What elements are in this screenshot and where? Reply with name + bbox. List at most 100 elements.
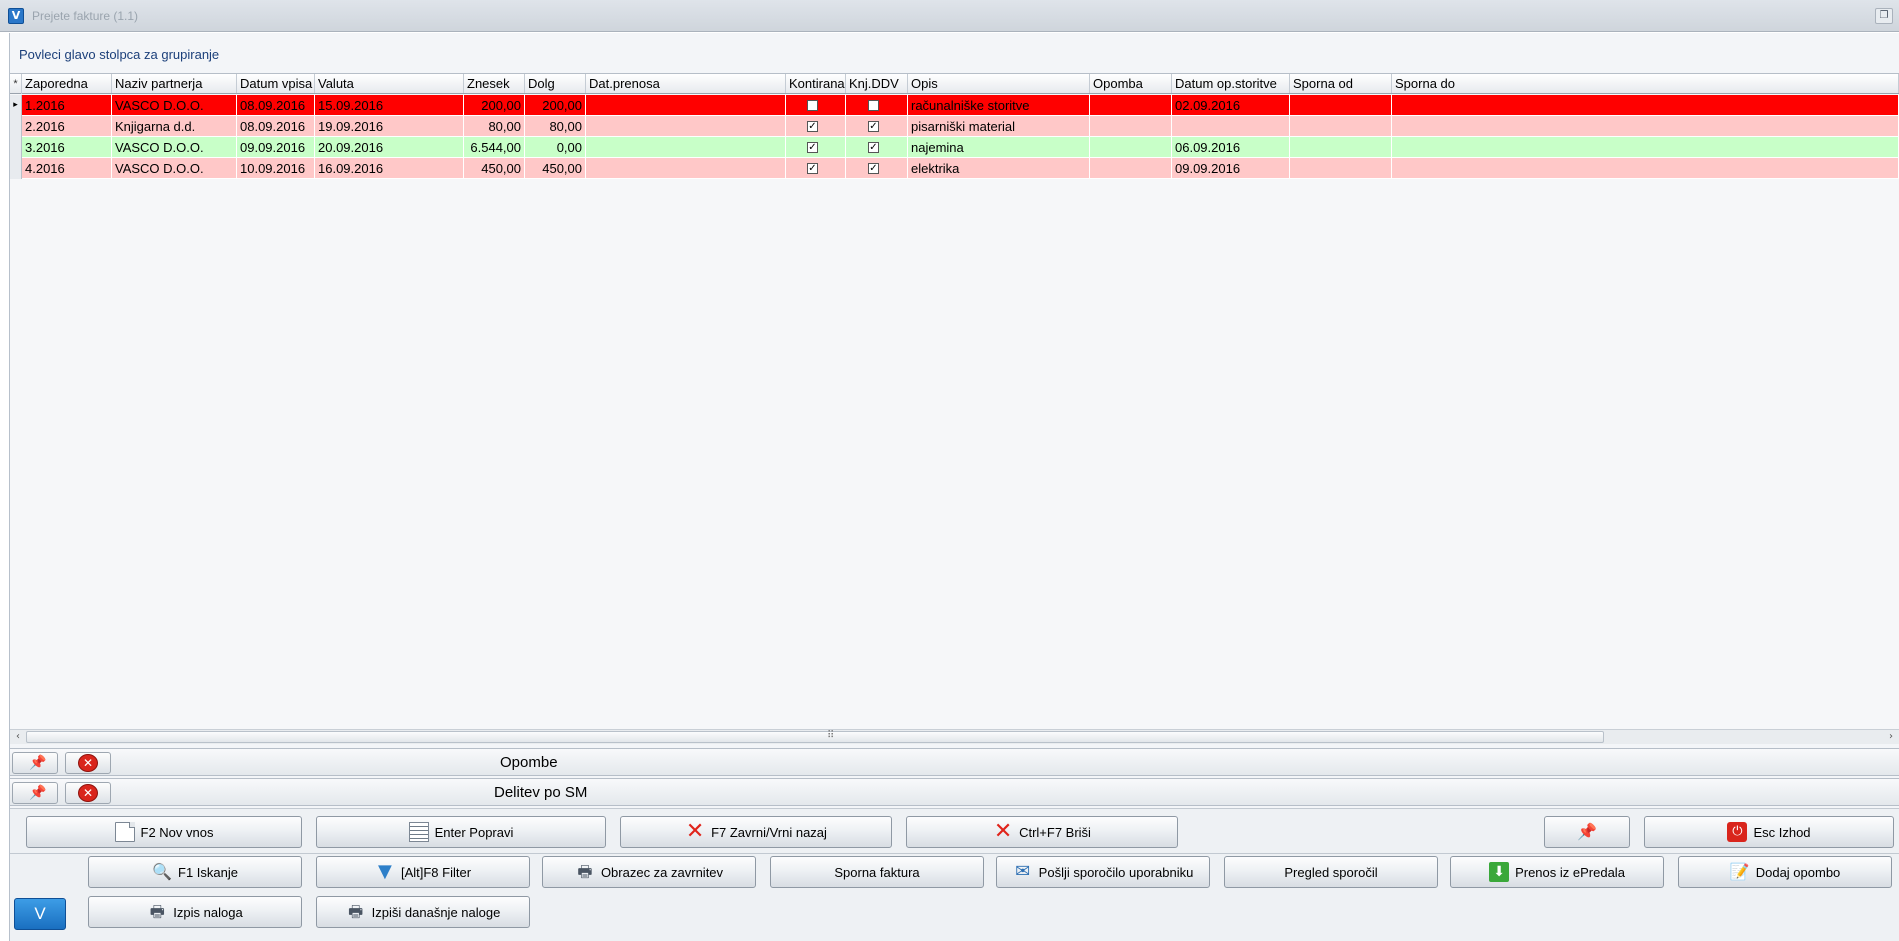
kontirana-checkbox[interactable]: ✓ — [807, 163, 818, 174]
column-header-datum-op-storitve[interactable]: Datum op.storitve — [1172, 74, 1290, 93]
horizontal-scrollbar[interactable]: ‹ ⠿ › — [10, 729, 1899, 744]
column-header-sporna-od[interactable]: Sporna od — [1290, 74, 1392, 93]
cell-valuta[interactable]: 16.09.2016 — [315, 158, 464, 178]
cell-valuta[interactable]: 20.09.2016 — [315, 137, 464, 157]
row-indicator[interactable] — [10, 137, 22, 158]
cell-opis[interactable]: pisarniški material — [908, 116, 1090, 136]
row-indicator[interactable] — [10, 158, 22, 179]
delitev-close-button[interactable]: ✕ — [65, 782, 111, 804]
cell-opomba[interactable] — [1090, 158, 1172, 178]
cell-datum-vpisa[interactable]: 08.09.2016 — [237, 116, 315, 136]
column-header-znesek[interactable]: Znesek — [464, 74, 525, 93]
cell-dolg[interactable]: 0,00 — [525, 137, 586, 157]
cell-dat-prenosa[interactable] — [586, 137, 786, 157]
cell-datum-vpisa[interactable]: 09.09.2016 — [237, 137, 315, 157]
cell-valuta[interactable]: 15.09.2016 — [315, 95, 464, 115]
nov-vnos-button[interactable]: F2 Nov vnos — [26, 816, 302, 848]
pin-toolbar-button[interactable]: 📌 — [1544, 816, 1630, 848]
cell-knj-ddv[interactable]: ✓ — [846, 158, 908, 178]
scroll-left-icon[interactable]: ‹ — [10, 730, 26, 744]
scrollbar-thumb[interactable]: ⠿ — [26, 730, 1604, 743]
cell-kontirana[interactable]: ✓ — [786, 116, 846, 136]
cell-dolg[interactable]: 200,00 — [525, 95, 586, 115]
cell-znesek[interactable]: 200,00 — [464, 95, 525, 115]
cell-opis[interactable]: računalniške storitve — [908, 95, 1090, 115]
kontirana-checkbox[interactable] — [807, 100, 818, 111]
cell-knj-ddv[interactable] — [846, 95, 908, 115]
cell-datum-vpisa[interactable]: 10.09.2016 — [237, 158, 315, 178]
cell-datum-op[interactable]: 09.09.2016 — [1172, 158, 1290, 178]
column-header-zaporedna[interactable]: Zaporedna — [22, 74, 112, 93]
zavrni-button[interactable]: ✕ F7 Zavrni/Vrni nazaj — [620, 816, 892, 848]
cell-sporna-do[interactable] — [1392, 116, 1899, 136]
cell-sporna-od[interactable] — [1290, 116, 1392, 136]
column-header-naziv-partnerja[interactable]: Naziv partnerja — [112, 74, 237, 93]
opombe-panel-bar[interactable]: 📌 ✕ Opombe — [10, 748, 1899, 776]
column-header-dat-prenosa[interactable]: Dat.prenosa — [586, 74, 786, 93]
cell-sporna-do[interactable] — [1392, 95, 1899, 115]
dodaj-opombo-button[interactable]: 📝 Dodaj opombo — [1678, 856, 1892, 888]
cell-kontirana[interactable]: ✓ — [786, 137, 846, 157]
table-row[interactable]: 4.2016 VASCO D.O.O. 10.09.2016 16.09.2016 45… — [10, 158, 1899, 179]
kontirana-checkbox[interactable]: ✓ — [807, 142, 818, 153]
izpisi-danasnje-naloge-button[interactable]: 🖶 Izpiši današnje naloge — [316, 896, 530, 928]
delitev-panel-bar[interactable]: 📌 ✕ Delitev po SM — [10, 778, 1899, 806]
kontirana-checkbox[interactable]: ✓ — [807, 121, 818, 132]
cell-partner[interactable]: Knjigarna d.d. — [112, 116, 237, 136]
knj-ddv-checkbox[interactable]: ✓ — [868, 142, 879, 153]
cell-opomba[interactable] — [1090, 95, 1172, 115]
cell-zaporedna[interactable]: 3.2016 — [22, 137, 112, 157]
cell-sporna-do[interactable] — [1392, 158, 1899, 178]
column-header-sporna-do[interactable]: Sporna do — [1392, 74, 1899, 93]
table-row[interactable]: ▸ 1.2016 VASCO D.O.O. 08.09.2016 15.09.2016 2… — [10, 95, 1899, 116]
prenos-iz-epredala-button[interactable]: ⬇ Prenos iz ePredala — [1450, 856, 1664, 888]
cell-kontirana[interactable]: ✓ — [786, 158, 846, 178]
cell-znesek[interactable]: 80,00 — [464, 116, 525, 136]
column-header-knj-ddv[interactable]: Knj.DDV — [846, 74, 908, 93]
cell-datum-op[interactable]: 06.09.2016 — [1172, 137, 1290, 157]
izpis-naloga-button[interactable]: 🖶 Izpis naloga — [88, 896, 302, 928]
cell-opomba[interactable] — [1090, 137, 1172, 157]
filter-button[interactable]: ▼ [Alt]F8 Filter — [316, 856, 530, 888]
izhod-button[interactable]: ⏻ Esc Izhod — [1644, 816, 1894, 848]
column-header-dolg[interactable]: Dolg — [525, 74, 586, 93]
cell-dolg[interactable]: 80,00 — [525, 116, 586, 136]
cell-partner[interactable]: VASCO D.O.O. — [112, 137, 237, 157]
brisi-button[interactable]: ✕ Ctrl+F7 Briši — [906, 816, 1178, 848]
knj-ddv-checkbox[interactable]: ✓ — [868, 121, 879, 132]
cell-knj-ddv[interactable]: ✓ — [846, 116, 908, 136]
column-header-opomba[interactable]: Opomba — [1090, 74, 1172, 93]
obrazec-za-zavrnitev-button[interactable]: 🖶 Obrazec za zavrnitev — [542, 856, 756, 888]
column-header-opis[interactable]: Opis — [908, 74, 1090, 93]
current-row-indicator-icon[interactable]: ▸ — [10, 95, 22, 116]
group-by-panel[interactable]: Povleci glavo stolpca za grupiranje — [10, 33, 1899, 73]
cell-sporna-do[interactable] — [1392, 137, 1899, 157]
cell-valuta[interactable]: 19.09.2016 — [315, 116, 464, 136]
cell-znesek[interactable]: 450,00 — [464, 158, 525, 178]
row-indicator[interactable] — [10, 116, 22, 137]
cell-partner[interactable]: VASCO D.O.O. — [112, 95, 237, 115]
cell-datum-op[interactable]: 02.09.2016 — [1172, 95, 1290, 115]
popravi-button[interactable]: Enter Popravi — [316, 816, 606, 848]
delitev-pin-button[interactable]: 📌 — [12, 782, 58, 804]
cell-dat-prenosa[interactable] — [586, 116, 786, 136]
cell-opis[interactable]: najemina — [908, 137, 1090, 157]
cell-dat-prenosa[interactable] — [586, 158, 786, 178]
v-menu-button[interactable]: V — [14, 898, 66, 930]
cell-znesek[interactable]: 6.544,00 — [464, 137, 525, 157]
table-row[interactable]: 3.2016 VASCO D.O.O. 09.09.2016 20.09.2016 6.… — [10, 137, 1899, 158]
opombe-close-button[interactable]: ✕ — [65, 752, 111, 774]
cell-sporna-od[interactable] — [1290, 95, 1392, 115]
cell-zaporedna[interactable]: 1.2016 — [22, 95, 112, 115]
poslji-sporocilo-button[interactable]: ✉ Pošlji sporočilo uporabniku — [996, 856, 1210, 888]
opombe-pin-button[interactable]: 📌 — [12, 752, 58, 774]
cell-datum-vpisa[interactable]: 08.09.2016 — [237, 95, 315, 115]
sporna-faktura-button[interactable]: Sporna faktura — [770, 856, 984, 888]
cell-dat-prenosa[interactable] — [586, 95, 786, 115]
knj-ddv-checkbox[interactable]: ✓ — [868, 163, 879, 174]
cell-opis[interactable]: elektrika — [908, 158, 1090, 178]
cell-opomba[interactable] — [1090, 116, 1172, 136]
cell-dolg[interactable]: 450,00 — [525, 158, 586, 178]
cell-kontirana[interactable] — [786, 95, 846, 115]
cell-knj-ddv[interactable]: ✓ — [846, 137, 908, 157]
